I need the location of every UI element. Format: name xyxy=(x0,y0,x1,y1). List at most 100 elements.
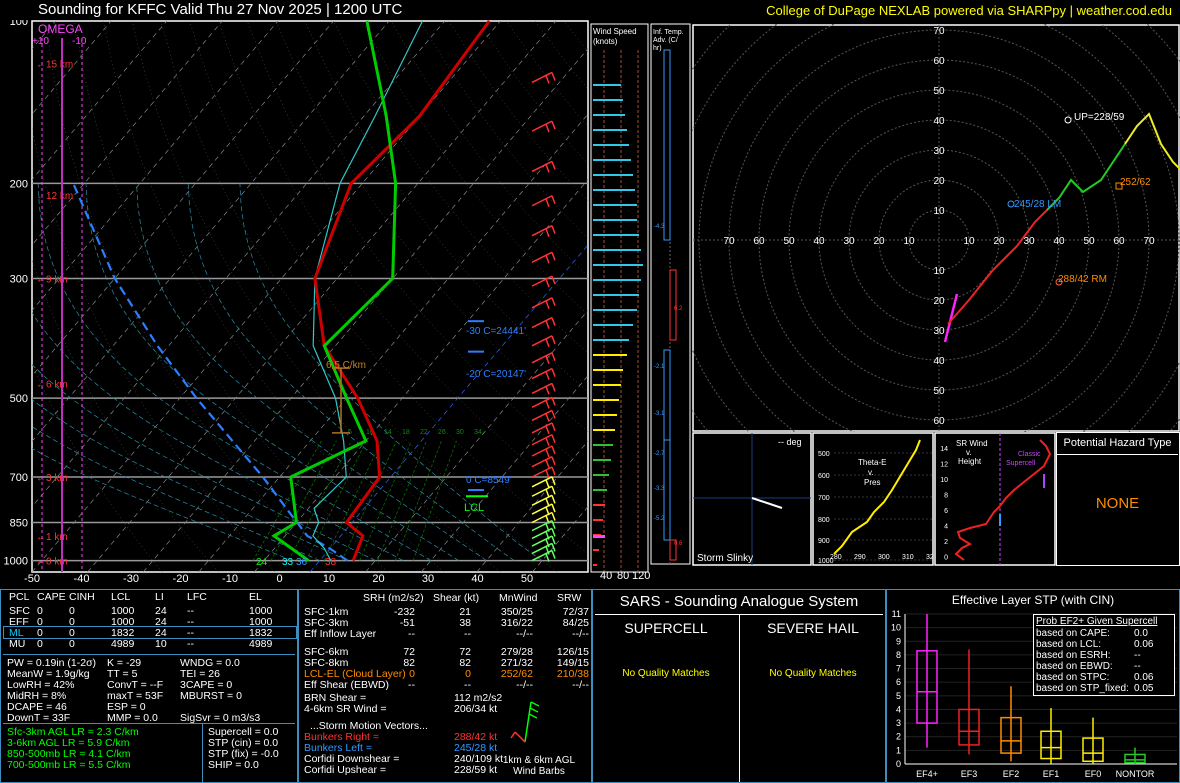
omega-plus-label: +10 xyxy=(32,36,49,47)
pressure-tick-label: 500 xyxy=(10,393,28,405)
omega-minus-label: -10 xyxy=(72,36,87,47)
isotherm-label-2: -20 C=20147' xyxy=(466,369,526,380)
lapse-700-500: 700-500mb LR = 5.5 C/km xyxy=(7,759,131,771)
wind-speed-bar xyxy=(593,414,617,416)
stp-y-tick: 11 xyxy=(892,609,901,619)
sr-wind-h-tick: 10 xyxy=(940,477,948,484)
hodograph-ring-label: 50 xyxy=(933,86,945,97)
advection-value: -3.1 xyxy=(654,411,665,417)
sr46-value: 206/34 kt xyxy=(454,703,498,715)
stp-y-tick: 9 xyxy=(896,636,901,646)
wind-speed-bar xyxy=(593,444,613,446)
top-bar: Sounding for KFFC Valid Thu 27 Nov 2025 … xyxy=(0,0,1180,20)
parcel-cell: -- xyxy=(187,638,194,650)
wind-speed-bar xyxy=(593,129,627,131)
slinky-label: Storm Slinky xyxy=(697,553,753,564)
prob-row-label: based on CAPE: xyxy=(1036,628,1110,639)
sr-wind-h-tick: 6 xyxy=(944,508,948,515)
hodograph-ring-label: 40 xyxy=(813,236,825,247)
wind-speed-bar xyxy=(593,174,633,176)
stp-y-tick: 1 xyxy=(896,745,901,755)
hodograph-ring-label: 70 xyxy=(1143,236,1155,247)
composite-divider xyxy=(202,723,203,783)
mburst-index: MBURST = 0 xyxy=(180,690,242,702)
wind-speed-bar xyxy=(593,99,623,101)
kinematic-header-cell: SRH (m2/s2) xyxy=(363,592,424,604)
kinematic-shear: -- xyxy=(464,628,471,640)
pressure-tick-label: 1000 xyxy=(4,556,28,568)
indices-block: PW = 0.19in (1-2σ) K = -29 WNDG = 0.0 Me… xyxy=(7,657,297,724)
hodograph-ring-label: 60 xyxy=(933,56,945,67)
hodograph: 10 10 10 10 20 20 20 20 30 30 30 30 40 40 40 40 50 50 50 50… xyxy=(692,24,1180,432)
indices-divider xyxy=(3,723,295,724)
sr-wind-label-height: Height xyxy=(958,457,982,466)
sr-wind-h-tick: 8 xyxy=(944,493,948,500)
temp-tick-label: -10 xyxy=(222,573,238,585)
hodograph-ring-label: 70 xyxy=(723,236,735,247)
stp-category-label: EF1 xyxy=(1043,769,1060,779)
wind-speed-bar xyxy=(593,204,637,206)
wind-speed-bar xyxy=(593,339,629,341)
wind-speed-bar xyxy=(593,189,635,191)
hodograph-mean-label: 252/62 xyxy=(1120,177,1151,188)
kinematic-srh: -- xyxy=(408,679,415,691)
parcel-cell: 4989 xyxy=(111,638,135,650)
barbs-caption-2: Wind Barbs xyxy=(513,766,565,777)
wind-speed-bar xyxy=(593,249,641,251)
prob-row-label: based on EBWD: xyxy=(1036,661,1113,672)
thermo-panel: PCL CAPE CINH LCL LI LFC EL SFC 0 0 1000 24 -- 1000 EF… xyxy=(0,589,298,783)
ship-index: SHIP = 0.0 xyxy=(208,759,259,771)
wind-speed-bar xyxy=(593,519,603,521)
sr-wind-h-tick: 14 xyxy=(940,446,948,453)
hodograph-ring-label: 20 xyxy=(873,236,885,247)
hodograph-up-label: UP=228/59 xyxy=(1074,112,1125,123)
hodograph-ring-label: 30 xyxy=(933,326,945,337)
hodograph-ring-label: 10 xyxy=(903,236,915,247)
hodograph-lm-label: 245/28 LM xyxy=(1014,199,1061,210)
wind-speed-bar xyxy=(593,279,641,281)
lcl-label: LCL xyxy=(464,502,484,514)
hodograph-ring-label: 60 xyxy=(753,236,765,247)
hodograph-ring-label: 40 xyxy=(933,356,945,367)
theta-e-x-tick: 300 xyxy=(878,554,890,561)
pressure-tick-label: 200 xyxy=(10,178,28,190)
prob-row-value: 0.06 xyxy=(1134,639,1154,650)
hodograph-ring-label: 50 xyxy=(1083,236,1095,247)
sfc-t1-label: 36 xyxy=(296,557,308,568)
stp-y-tick: 2 xyxy=(896,732,901,742)
theta-e-x-tick: 32 xyxy=(926,554,934,561)
sars-supercell-result: No Quality Matches xyxy=(622,668,710,679)
wind-speed-bar xyxy=(593,504,605,506)
theta-e-x-tick: 310 xyxy=(902,554,914,561)
theta-e-p-tick: 500 xyxy=(818,451,830,458)
kinematic-header-cell: MnWind xyxy=(499,592,538,604)
prob-title: Prob EF2+ Given Supercell xyxy=(1036,616,1158,627)
prob-row-label: based on STPC: xyxy=(1036,672,1110,683)
hodograph-ring-label: 30 xyxy=(1023,236,1035,247)
mixing-ratio-label: 22 xyxy=(420,429,428,436)
wind-speed-tick-120: 120 xyxy=(632,570,650,582)
parcel-header-cell: LI xyxy=(155,591,164,603)
sr-wind-label-v: v. xyxy=(966,448,972,457)
sr-wind-h-tick: 0 xyxy=(944,555,948,562)
wind-speed-bar xyxy=(593,549,599,551)
hodograph-ring-label: 10 xyxy=(933,206,945,217)
theta-e-x-tick: 280 xyxy=(830,554,842,561)
theta-e-panel: 5006007008009001000280 290 300 310 32 Theta-… xyxy=(812,432,934,566)
advection-value: -2.7 xyxy=(654,451,665,457)
corfidi-up-label: Corfidi Upshear = xyxy=(304,764,386,776)
parcel-cell: 4989 xyxy=(249,638,273,650)
kinematic-header-cell: Shear (kt) xyxy=(433,592,480,604)
stp-category-label: EF0 xyxy=(1085,769,1102,779)
wind-speed-bar xyxy=(593,84,621,86)
stp-y-tick: 10 xyxy=(891,623,901,633)
advection-value: -3.3 xyxy=(654,486,665,492)
pressure-tick-label: 100 xyxy=(10,20,28,28)
mixing-ratio-label: 26 xyxy=(438,429,446,436)
hazard-panel: Potential Hazard Type NONE xyxy=(1056,432,1180,566)
stp-y-tick: 4 xyxy=(896,704,901,714)
wind-speed-bar xyxy=(593,459,611,461)
parcel-header-cell: LCL xyxy=(111,591,131,603)
prob-row-value: -- xyxy=(1134,650,1141,661)
wind-speed-bar xyxy=(593,564,597,566)
